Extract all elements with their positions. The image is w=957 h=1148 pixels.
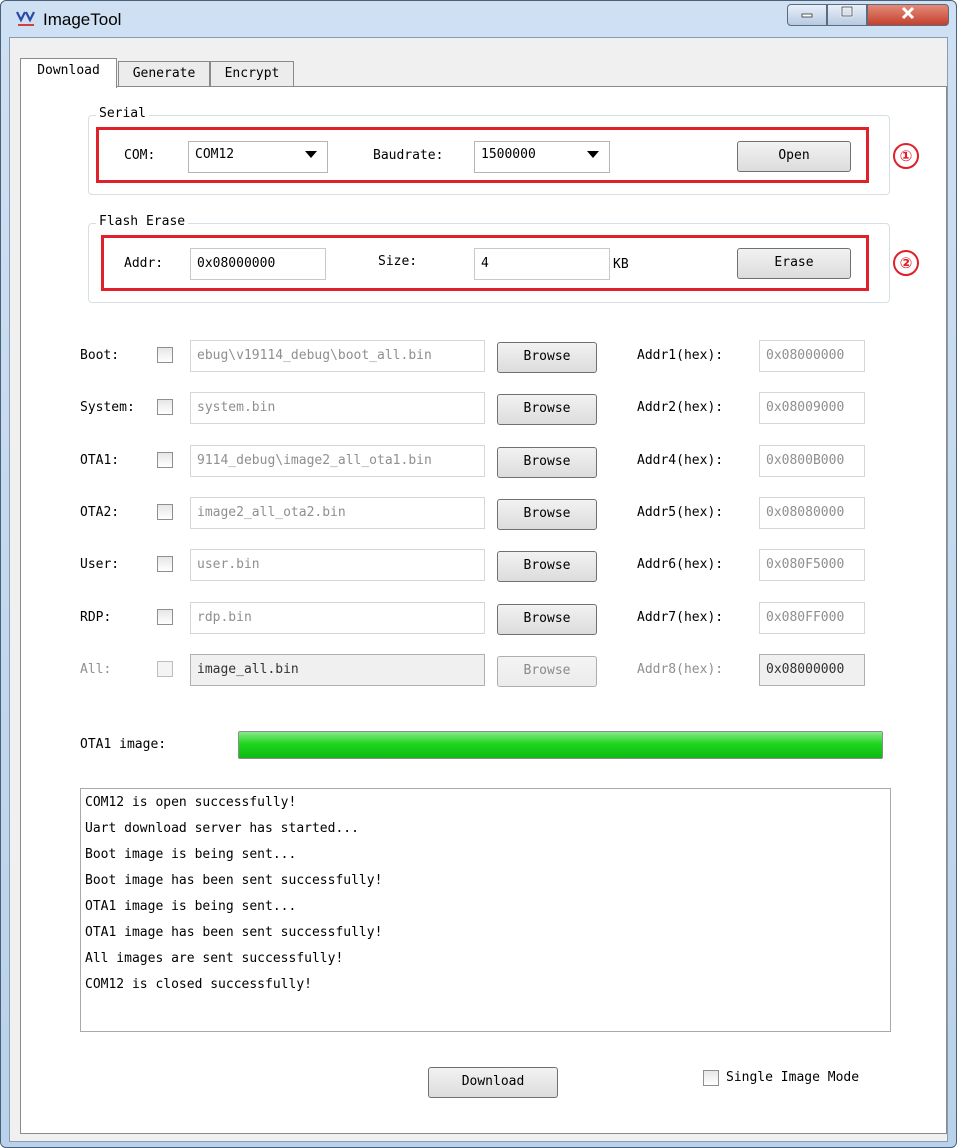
system-path-input[interactable]: system.bin	[190, 392, 485, 424]
erase-size-unit: KB	[613, 257, 629, 272]
com-label: COM:	[124, 148, 156, 163]
ota2-checkbox[interactable]	[157, 504, 173, 520]
ota1-browse-button[interactable]: Browse	[497, 447, 597, 478]
system-checkbox[interactable]	[157, 399, 173, 415]
user-addr-label: Addr6(hex):	[637, 557, 724, 572]
all-label: All:	[80, 662, 112, 677]
close-icon[interactable]	[867, 4, 949, 26]
all-checkbox	[157, 661, 173, 677]
imagetool-app-icon	[15, 9, 37, 29]
all-browse-button: Browse	[497, 656, 597, 687]
window-title: ImageTool	[43, 10, 122, 29]
log-line: All images are sent successfully!	[85, 951, 344, 966]
ota2-addr-label: Addr5(hex):	[637, 505, 724, 520]
all-path-input: image_all.bin	[190, 654, 485, 686]
user-label: User:	[80, 557, 120, 572]
ota2-label: OTA2:	[80, 505, 120, 520]
ota2-browse-button[interactable]: Browse	[497, 499, 597, 530]
erase-button[interactable]: Erase	[737, 248, 851, 279]
system-addr-input[interactable]: 0x08009000	[759, 392, 865, 424]
boot-browse-button[interactable]: Browse	[497, 342, 597, 373]
log-line: Boot image is being sent...	[85, 847, 297, 862]
system-browse-button[interactable]: Browse	[497, 394, 597, 425]
erase-size-input[interactable]: 4	[474, 248, 610, 280]
user-addr-input[interactable]: 0x080F5000	[759, 549, 865, 581]
erase-addr-label: Addr:	[124, 256, 164, 271]
log-output[interactable]: COM12 is open successfully! Uart download…	[80, 788, 891, 1032]
minimize-icon[interactable]	[787, 4, 827, 26]
open-button[interactable]: Open	[737, 141, 851, 172]
ota1-label: OTA1:	[80, 453, 120, 468]
tab-generate[interactable]: Generate	[118, 61, 210, 87]
log-line: COM12 is open successfully!	[85, 795, 297, 810]
rdp-addr-label: Addr7(hex):	[637, 610, 724, 625]
download-button[interactable]: Download	[428, 1067, 558, 1098]
boot-addr-label: Addr1(hex):	[637, 348, 724, 363]
title-bar[interactable]: ImageTool	[1, 1, 954, 37]
flash-erase-group-label: Flash Erase	[96, 214, 189, 229]
single-image-mode-checkbox[interactable]	[703, 1070, 719, 1086]
boot-label: Boot:	[80, 348, 120, 363]
annotation-number-1: ①	[893, 143, 919, 169]
rdp-browse-button[interactable]: Browse	[497, 604, 597, 635]
erase-size-label: Size:	[378, 254, 418, 269]
log-line: OTA1 image is being sent...	[85, 899, 297, 914]
rdp-label: RDP:	[80, 610, 112, 625]
log-line: OTA1 image has been sent successfully!	[85, 925, 383, 940]
rdp-checkbox[interactable]	[157, 609, 173, 625]
boot-checkbox[interactable]	[157, 347, 173, 363]
all-addr-label: Addr8(hex):	[637, 662, 724, 677]
system-label: System:	[80, 400, 135, 415]
chevron-down-icon	[587, 151, 599, 158]
ota1-checkbox[interactable]	[157, 452, 173, 468]
user-path-input[interactable]: user.bin	[190, 549, 485, 581]
baudrate-select-value: 1500000	[481, 147, 536, 162]
ota1-addr-label: Addr4(hex):	[637, 453, 724, 468]
user-browse-button[interactable]: Browse	[497, 551, 597, 582]
tab-encrypt[interactable]: Encrypt	[210, 61, 294, 87]
system-addr-label: Addr2(hex):	[637, 400, 724, 415]
user-checkbox[interactable]	[157, 556, 173, 572]
ota2-path-input[interactable]: image2_all_ota2.bin	[190, 497, 485, 529]
ota1-addr-input[interactable]: 0x0800B000	[759, 445, 865, 477]
log-line: Uart download server has started...	[85, 821, 359, 836]
rdp-path-input[interactable]: rdp.bin	[190, 602, 485, 634]
boot-addr-input[interactable]: 0x08000000	[759, 340, 865, 372]
progress-label: OTA1 image:	[80, 737, 167, 752]
baudrate-select[interactable]: 1500000	[474, 141, 610, 173]
ota2-addr-input[interactable]: 0x08080000	[759, 497, 865, 529]
log-line: COM12 is closed successfully!	[85, 977, 312, 992]
maximize-icon[interactable]	[827, 4, 867, 26]
boot-path-input[interactable]: ebug\v19114_debug\boot_all.bin	[190, 340, 485, 372]
single-image-mode-label: Single Image Mode	[726, 1070, 860, 1085]
baudrate-label: Baudrate:	[373, 148, 444, 163]
ota1-path-input[interactable]: 9114_debug\image2_all_ota1.bin	[190, 445, 485, 477]
progress-fill	[239, 732, 882, 758]
tab-download[interactable]: Download	[20, 58, 117, 88]
all-addr-input: 0x08000000	[759, 654, 865, 686]
erase-addr-input[interactable]: 0x08000000	[190, 248, 326, 280]
annotation-number-2: ②	[893, 250, 919, 276]
com-select-value: COM12	[195, 147, 235, 162]
log-line: Boot image has been sent successfully!	[85, 873, 383, 888]
com-select[interactable]: COM12	[188, 141, 328, 173]
rdp-addr-input[interactable]: 0x080FF000	[759, 602, 865, 634]
chevron-down-icon	[305, 151, 317, 158]
serial-group-label: Serial	[96, 106, 149, 121]
progress-bar	[238, 731, 883, 759]
